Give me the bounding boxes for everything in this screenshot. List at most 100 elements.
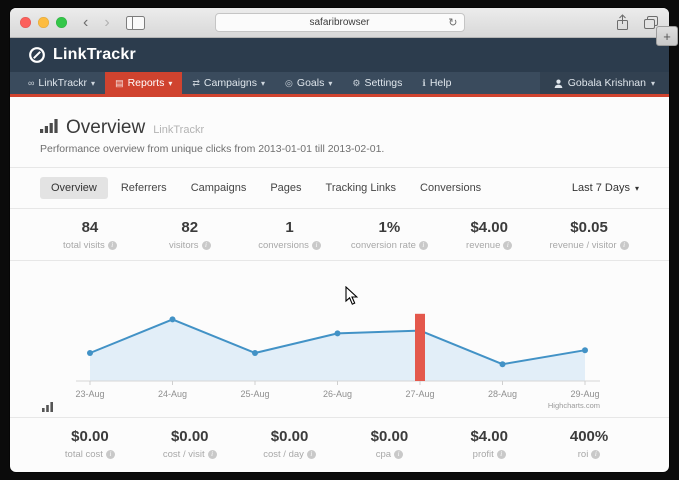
nav-item-goals[interactable]: ◎ Goals ▾ bbox=[275, 72, 342, 94]
stat-label: total visits bbox=[63, 240, 105, 251]
close-window-icon[interactable] bbox=[20, 17, 31, 28]
page-title-suffix: LinkTrackr bbox=[153, 124, 204, 136]
report-tabs: Overview Referrers Campaigns Pages Track… bbox=[10, 168, 669, 209]
info-icon[interactable]: i bbox=[108, 241, 117, 250]
page-title: Overview bbox=[66, 117, 145, 139]
page-subtitle: Performance overview from unique clicks … bbox=[40, 143, 639, 155]
svg-text:26-Aug: 26-Aug bbox=[323, 389, 352, 399]
address-text: safaribrowser bbox=[309, 17, 369, 28]
svg-text:27-Aug: 27-Aug bbox=[405, 389, 434, 399]
linktrackr-logo-icon bbox=[28, 46, 46, 64]
stat-cost-per-day: $0.00 cost / dayi bbox=[240, 428, 340, 460]
link-icon: ∞ bbox=[28, 78, 34, 88]
info-icon[interactable]: i bbox=[307, 450, 316, 459]
refresh-icon[interactable]: ↻ bbox=[448, 16, 457, 29]
page-head: Overview LinkTrackr Performance overview… bbox=[10, 97, 669, 168]
stat-value: $4.00 bbox=[439, 219, 539, 236]
stat-value: $0.00 bbox=[40, 428, 140, 445]
svg-text:25-Aug: 25-Aug bbox=[240, 389, 269, 399]
info-icon[interactable]: i bbox=[591, 450, 600, 459]
stat-label: total cost bbox=[65, 449, 103, 460]
goals-icon: ◎ bbox=[285, 78, 293, 89]
stat-profit: $4.00 profiti bbox=[439, 428, 539, 460]
stat-label: roi bbox=[578, 449, 589, 460]
forward-button[interactable]: › bbox=[104, 15, 109, 31]
stat-revenue: $4.00 revenuei bbox=[439, 219, 539, 251]
tab-referrers[interactable]: Referrers bbox=[110, 177, 178, 199]
visits-chart[interactable]: 23-Aug 24-Aug 25-Aug 26-Aug 27-Aug 28-Aug 29-A… bbox=[40, 265, 639, 417]
chrome-right-buttons bbox=[615, 14, 659, 31]
caret-down-icon: ▾ bbox=[91, 79, 95, 88]
minimize-window-icon[interactable] bbox=[38, 17, 49, 28]
stat-value: 1 bbox=[240, 219, 340, 236]
chart-mini-bars-icon bbox=[42, 402, 54, 412]
zoom-window-icon[interactable] bbox=[56, 17, 67, 28]
nav-item-settings[interactable]: ⚙ Settings bbox=[342, 72, 412, 94]
svg-text:29-Aug: 29-Aug bbox=[570, 389, 599, 399]
sidebar-toggle-button[interactable] bbox=[126, 16, 145, 30]
svg-text:28-Aug: 28-Aug bbox=[488, 389, 517, 399]
caret-down-icon: ▾ bbox=[635, 184, 639, 193]
info-icon[interactable]: i bbox=[419, 241, 428, 250]
sidebar-icon bbox=[126, 16, 145, 30]
stats-row-top: 84 total visitsi 82 visitorsi 1 conversi… bbox=[10, 209, 669, 261]
stat-label: revenue / visitor bbox=[550, 240, 617, 251]
tab-pages[interactable]: Pages bbox=[259, 177, 312, 199]
traffic-lights bbox=[20, 17, 67, 28]
stat-cpa: $0.00 cpai bbox=[339, 428, 439, 460]
nav-item-help[interactable]: ℹ Help bbox=[412, 72, 461, 94]
svg-text:23-Aug: 23-Aug bbox=[75, 389, 104, 399]
info-icon[interactable]: i bbox=[106, 450, 115, 459]
stat-value: $0.00 bbox=[339, 428, 439, 445]
nav-item-label: LinkTrackr bbox=[38, 77, 87, 89]
svg-text:24-Aug: 24-Aug bbox=[158, 389, 187, 399]
user-name: Gobala Krishnan bbox=[568, 77, 646, 89]
back-button[interactable]: ‹ bbox=[83, 15, 88, 31]
stat-label: cpa bbox=[376, 449, 391, 460]
caret-down-icon: ▾ bbox=[261, 79, 265, 88]
tab-conversions[interactable]: Conversions bbox=[409, 177, 492, 199]
date-range-selector[interactable]: Last 7 Days ▾ bbox=[572, 182, 639, 194]
logo-text[interactable]: LinkTrackr bbox=[53, 46, 136, 64]
tab-tracking-links[interactable]: Tracking Links bbox=[315, 177, 408, 199]
stat-value: 82 bbox=[140, 219, 240, 236]
stat-value: $0.00 bbox=[240, 428, 340, 445]
stat-value: $0.05 bbox=[539, 219, 639, 236]
stat-visitors: 82 visitorsi bbox=[140, 219, 240, 251]
nav-item-reports[interactable]: ▤ Reports ▾ bbox=[105, 72, 182, 94]
stat-conversions: 1 conversionsi bbox=[240, 219, 340, 251]
info-icon[interactable]: i bbox=[312, 241, 321, 250]
svg-text:Highcharts.com: Highcharts.com bbox=[548, 401, 600, 410]
caret-down-icon: ▾ bbox=[651, 79, 655, 88]
tab-campaigns[interactable]: Campaigns bbox=[180, 177, 258, 199]
stat-roi: 400% roii bbox=[539, 428, 639, 460]
info-icon[interactable]: i bbox=[208, 450, 217, 459]
stat-value: $0.00 bbox=[140, 428, 240, 445]
info-icon[interactable]: i bbox=[620, 241, 629, 250]
stat-value: 84 bbox=[40, 219, 140, 236]
info-icon[interactable]: i bbox=[503, 241, 512, 250]
user-menu[interactable]: Gobala Krishnan ▾ bbox=[540, 72, 669, 94]
info-icon[interactable]: i bbox=[394, 450, 403, 459]
caret-down-icon: ▾ bbox=[328, 79, 332, 88]
new-tab-plus-button[interactable]: + bbox=[656, 26, 678, 46]
history-buttons: ‹ › bbox=[83, 15, 110, 31]
user-icon bbox=[554, 79, 563, 88]
share-button[interactable] bbox=[615, 14, 630, 31]
stat-label: conversion rate bbox=[351, 240, 416, 251]
nav-item-campaigns[interactable]: ⇄ Campaigns ▾ bbox=[182, 72, 275, 94]
info-icon[interactable]: i bbox=[202, 241, 211, 250]
stat-label: conversions bbox=[258, 240, 309, 251]
help-icon: ℹ bbox=[422, 78, 425, 89]
info-icon[interactable]: i bbox=[497, 450, 506, 459]
tab-overview[interactable]: Overview bbox=[40, 177, 108, 199]
campaigns-icon: ⇄ bbox=[192, 78, 200, 89]
stat-label: cost / day bbox=[263, 449, 304, 460]
browser-chrome: ‹ › safaribrowser ↻ bbox=[10, 8, 669, 38]
address-bar[interactable]: safaribrowser ↻ bbox=[215, 13, 465, 32]
visits-chart-panel: 23-Aug 24-Aug 25-Aug 26-Aug 27-Aug 28-Aug 29-A… bbox=[10, 261, 669, 418]
stat-revenue-per-visitor: $0.05 revenue / visitori bbox=[539, 219, 639, 251]
stat-value: $4.00 bbox=[439, 428, 539, 445]
stat-value: 1% bbox=[339, 219, 439, 236]
nav-item-linktrackr[interactable]: ∞ LinkTrackr ▾ bbox=[18, 72, 105, 94]
